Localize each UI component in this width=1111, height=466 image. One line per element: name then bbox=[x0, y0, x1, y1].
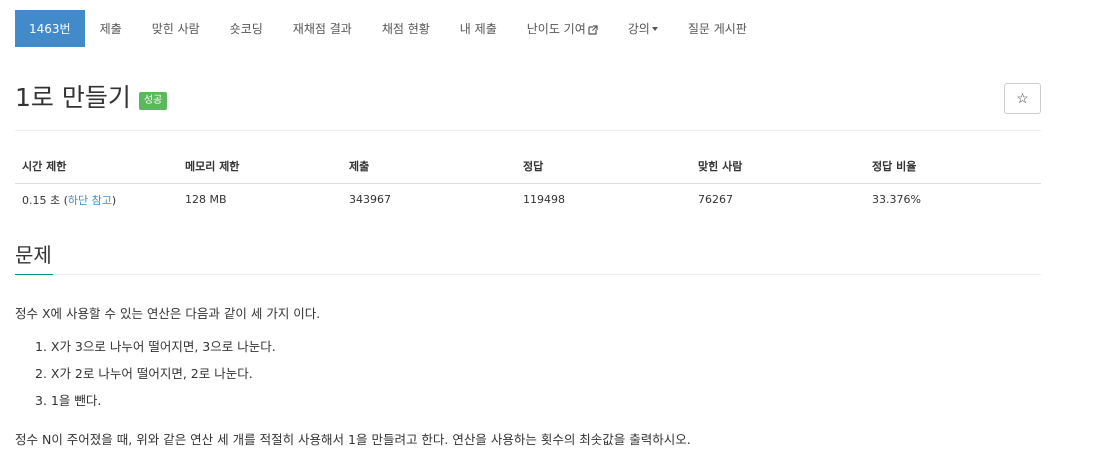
external-link-icon bbox=[588, 24, 598, 35]
problem-title-row: 1로 만들기 성공 bbox=[15, 82, 168, 114]
star-icon: ☆ bbox=[1016, 90, 1029, 106]
list-item: 3. 1을 뺀다. bbox=[35, 393, 102, 408]
section-title: 문제 bbox=[15, 240, 53, 275]
nav-tab-my-submissions[interactable]: 내 제출 bbox=[445, 10, 512, 47]
time-limit-value: 0.15 초 ( bbox=[22, 193, 68, 207]
time-limit-note-link[interactable]: 하단 참고 bbox=[68, 194, 112, 207]
list-item: 1. X가 3으로 나누어 떨어지면, 3으로 나눈다. bbox=[35, 339, 276, 354]
table-header-row: 시간 제한 메모리 제한 제출 정답 맞힌 사람 정답 비율 bbox=[15, 150, 1041, 184]
nav-tab-rejudge-label: 재채점 결과 bbox=[292, 22, 352, 36]
list-item: 2. X가 2로 나누어 떨어지면, 2로 나눈다. bbox=[35, 366, 253, 381]
nav-tab-solvers-label: 맞힌 사람 bbox=[151, 22, 200, 36]
status-badge: 성공 bbox=[138, 92, 168, 110]
nav-tab-difficulty-label: 난이도 기여 bbox=[526, 22, 586, 36]
problem-info-table: 시간 제한 메모리 제한 제출 정답 맞힌 사람 정답 비율 0.15 초 (하… bbox=[15, 150, 1041, 216]
nav-tab-my-submissions-label: 내 제출 bbox=[459, 22, 497, 36]
nav-tab-qna-label: 질문 게시판 bbox=[687, 22, 747, 36]
submissions-cell: 343967 bbox=[349, 193, 391, 207]
column-header-ratio: 정답 비율 bbox=[865, 150, 1041, 184]
problem-section-header: 문제 bbox=[15, 240, 1041, 275]
solvers-cell: 76267 bbox=[698, 193, 733, 207]
problem-nav: 1463번 제출 맞힌 사람 숏코딩 재채점 결과 채점 현황 내 제출 난이도… bbox=[15, 10, 762, 47]
accepted-cell: 119498 bbox=[523, 193, 565, 207]
caret-down-icon bbox=[651, 26, 658, 31]
nav-tab-short-coding[interactable]: 숏코딩 bbox=[215, 10, 278, 47]
column-header-accepted: 정답 bbox=[516, 150, 691, 184]
table-row: 0.15 초 (하단 참고) 128 MB 343967 119498 7626… bbox=[15, 183, 1041, 216]
nav-tab-submit[interactable]: 제출 bbox=[85, 10, 137, 47]
nav-tab-lectures-label: 강의 bbox=[627, 22, 650, 36]
column-header-submissions: 제출 bbox=[342, 150, 516, 184]
problem-statement: 정수 N이 주어졌을 때, 위와 같은 연산 세 개를 적절히 사용해서 1을 … bbox=[15, 432, 691, 447]
title-divider bbox=[15, 130, 1041, 131]
column-header-solvers: 맞힌 사람 bbox=[691, 150, 865, 184]
nav-tab-qna[interactable]: 질문 게시판 bbox=[673, 10, 762, 47]
ratio-cell: 33.376% bbox=[872, 193, 921, 207]
problem-intro: 정수 X에 사용할 수 있는 연산은 다음과 같이 세 가지 이다. bbox=[15, 306, 321, 321]
nav-tab-rejudge[interactable]: 재채점 결과 bbox=[278, 10, 367, 47]
nav-tab-status-label: 채점 현황 bbox=[381, 22, 430, 36]
nav-tab-lectures[interactable]: 강의 bbox=[613, 10, 673, 47]
nav-tab-solvers[interactable]: 맞힌 사람 bbox=[137, 10, 215, 47]
nav-tab-submit-label: 제출 bbox=[99, 22, 122, 36]
nav-tab-problem[interactable]: 1463번 bbox=[15, 10, 85, 47]
favorite-button[interactable]: ☆ bbox=[1004, 83, 1041, 114]
nav-tab-problem-label: 1463번 bbox=[29, 22, 71, 36]
column-header-memory-limit: 메모리 제한 bbox=[178, 150, 342, 184]
time-limit-close: ) bbox=[111, 193, 117, 207]
page-title: 1로 만들기 bbox=[15, 83, 131, 112]
nav-tab-status[interactable]: 채점 현황 bbox=[367, 10, 445, 47]
operations-list: 1. X가 3으로 나누어 떨어지면, 3으로 나눈다. 2. X가 2로 나누… bbox=[35, 337, 276, 418]
time-limit-cell: 0.15 초 (하단 참고) bbox=[15, 183, 178, 216]
nav-tab-short-coding-label: 숏코딩 bbox=[229, 22, 263, 36]
column-header-time-limit: 시간 제한 bbox=[15, 150, 178, 184]
memory-limit-cell: 128 MB bbox=[185, 193, 227, 207]
nav-tab-difficulty[interactable]: 난이도 기여 bbox=[512, 10, 613, 47]
